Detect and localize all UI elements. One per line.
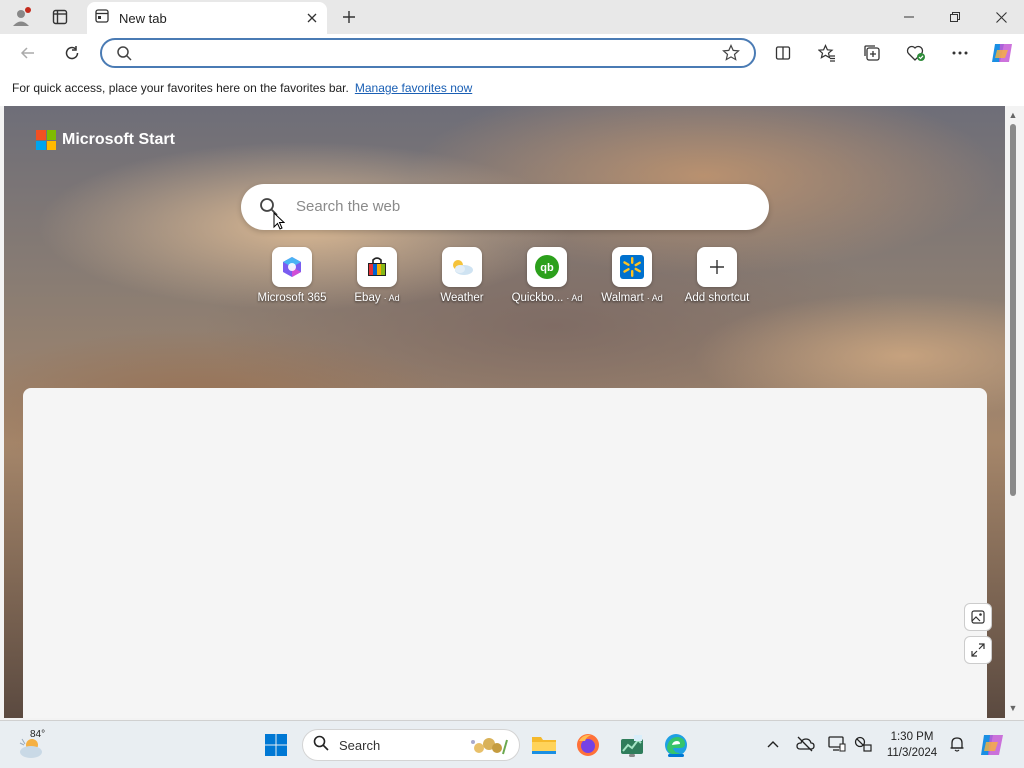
- new-tab-page-icon: [95, 8, 109, 28]
- brand-text: Microsoft Start: [62, 131, 175, 148]
- shortcut-label: Microsoft 365: [257, 292, 327, 304]
- scroll-up-icon[interactable]: ▲: [1008, 110, 1018, 120]
- shortcut-label: Weather: [440, 292, 484, 304]
- shortcut-walmart[interactable]: Walmart · Ad: [587, 247, 677, 304]
- microsoft-logo-icon: [36, 130, 56, 150]
- shortcut-ebay[interactable]: Ebay · Ad: [332, 247, 422, 304]
- ad-badge: · Ad: [566, 293, 583, 303]
- ebay-icon: [357, 247, 397, 287]
- file-explorer-icon[interactable]: [528, 729, 560, 761]
- collections-icon[interactable]: [860, 41, 884, 65]
- ad-badge: · Ad: [383, 293, 400, 303]
- tab-actions-icon[interactable]: [49, 6, 71, 28]
- walmart-icon: [612, 247, 652, 287]
- copilot-taskbar-icon[interactable]: [976, 729, 1008, 761]
- new-tab-button[interactable]: [338, 6, 360, 28]
- manage-favorites-link[interactable]: Manage favorites now: [355, 81, 472, 95]
- shortcut-quickbooks[interactable]: qb Quickbo... · Ad: [502, 247, 592, 304]
- add-favorite-star-icon[interactable]: [722, 44, 740, 67]
- split-screen-icon[interactable]: [771, 41, 795, 65]
- shortcut-label: Quickbo...: [511, 292, 564, 304]
- firefox-icon[interactable]: [572, 729, 604, 761]
- settings-more-icon[interactable]: [948, 41, 972, 65]
- tab-bar: New tab: [0, 0, 1024, 34]
- tab-title: New tab: [119, 10, 167, 26]
- mouse-cursor-icon: [273, 211, 286, 235]
- restore-button[interactable]: [932, 0, 978, 34]
- plus-icon: [697, 247, 737, 287]
- search-highlight-icon: [467, 734, 511, 763]
- close-window-button[interactable]: [978, 0, 1024, 34]
- running-indicator: [668, 754, 684, 757]
- new-tab-page: Microsoft Start Search the web Microsoft…: [4, 106, 1005, 718]
- display-icon[interactable]: [826, 733, 848, 755]
- taskbar-search-box[interactable]: Search: [302, 729, 520, 761]
- profile-icon[interactable]: [10, 6, 32, 28]
- ad-badge: · Ad: [646, 293, 663, 303]
- shortcut-label: Add shortcut: [684, 292, 750, 304]
- shortcut-microsoft-365[interactable]: Microsoft 365: [247, 247, 337, 304]
- running-indicator: [629, 754, 635, 757]
- background-image-icon[interactable]: [964, 603, 992, 631]
- close-tab-icon[interactable]: [301, 7, 323, 29]
- page-scrollbar[interactable]: ▲ ▼: [1005, 106, 1021, 718]
- quickbooks-icon: qb: [527, 247, 567, 287]
- address-input[interactable]: [138, 44, 698, 62]
- taskbar-search-label: Search: [339, 737, 381, 753]
- app-chart-icon[interactable]: [616, 729, 648, 761]
- favorites-bar: For quick access, place your favorites h…: [0, 72, 1024, 106]
- weather-temp: 84°: [30, 729, 46, 740]
- shortcut-label: Ebay: [354, 292, 381, 304]
- taskbar-clock[interactable]: 1:30 PM 11/3/2024: [880, 729, 944, 761]
- show-hidden-icons-icon[interactable]: [762, 733, 784, 755]
- microsoft-365-icon: [272, 247, 312, 287]
- expand-icon[interactable]: [964, 636, 992, 664]
- tab-new-tab[interactable]: New tab: [87, 2, 327, 34]
- notification-bell-icon[interactable]: [946, 733, 968, 755]
- scroll-down-icon[interactable]: ▼: [1008, 703, 1018, 713]
- network-status-icon[interactable]: [852, 733, 874, 755]
- favorites-icon[interactable]: [815, 41, 839, 65]
- copilot-icon[interactable]: [990, 41, 1014, 65]
- edge-icon[interactable]: [660, 729, 692, 761]
- microsoft-start-logo[interactable]: Microsoft Start: [36, 130, 175, 150]
- taskbar-weather-widget[interactable]: 84°: [16, 727, 56, 763]
- onedrive-offline-icon[interactable]: [794, 733, 816, 755]
- browser-toolbar: [0, 34, 1024, 72]
- back-button[interactable]: [16, 41, 40, 65]
- clock-time: 1:30 PM: [890, 731, 934, 743]
- svg-text:qb: qb: [540, 262, 554, 274]
- search-icon: [313, 735, 329, 756]
- shortcut-label: Walmart: [601, 292, 644, 304]
- content-feed-panel: [23, 388, 987, 718]
- address-bar[interactable]: [100, 38, 756, 68]
- web-search-box[interactable]: Search the web: [241, 184, 769, 230]
- refresh-button[interactable]: [60, 41, 84, 65]
- clock-date: 11/3/2024: [886, 747, 938, 759]
- shortcut-add[interactable]: Add shortcut: [672, 247, 762, 304]
- search-icon: [116, 45, 132, 66]
- start-windows-icon[interactable]: [260, 729, 292, 761]
- browser-essentials-icon[interactable]: [904, 41, 928, 65]
- favorites-bar-hint: For quick access, place your favorites h…: [12, 81, 349, 95]
- windows-taskbar: 84° Search 1:30 PM 11/3/2024: [0, 720, 1024, 768]
- search-placeholder: Search the web: [296, 198, 401, 215]
- scroll-thumb[interactable]: [1010, 124, 1016, 496]
- shortcut-weather[interactable]: Weather: [417, 247, 507, 304]
- weather-icon: [442, 247, 482, 287]
- minimize-button[interactable]: [886, 0, 932, 34]
